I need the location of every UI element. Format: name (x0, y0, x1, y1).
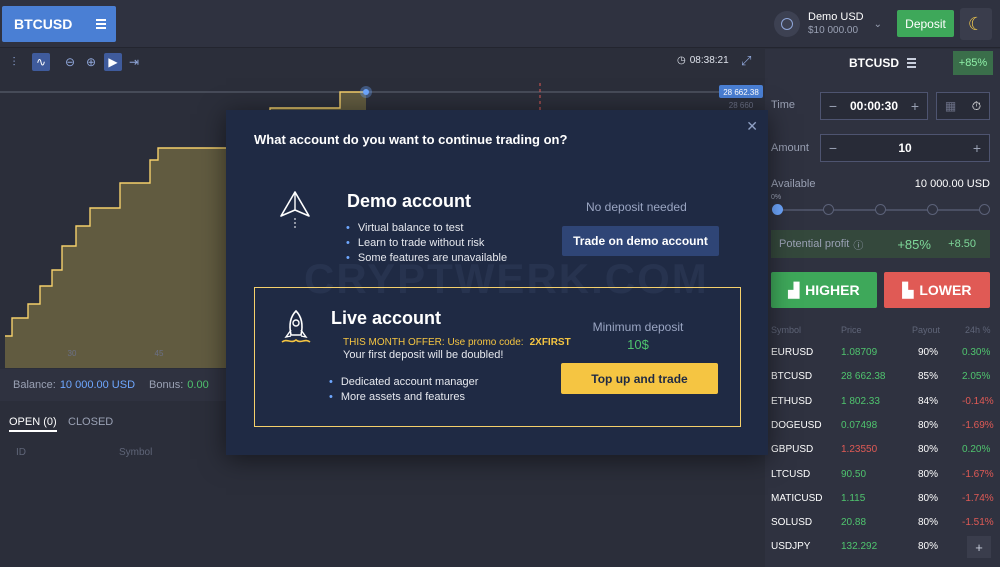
min-deposit-label: Minimum deposit (592, 320, 684, 334)
no-deposit-text: No deposit needed (586, 200, 687, 214)
account-choice-modal: CRYPTWERK.COM What account do you want t… (226, 110, 768, 455)
live-account-card: Live account THIS MONTH OFFER: Use promo… (254, 287, 741, 427)
rocket-icon (281, 309, 311, 343)
modal-title: What account do you want to continue tra… (254, 132, 568, 147)
paper-plane-icon (280, 191, 310, 228)
demo-feature: Learn to trade without risk (346, 236, 507, 251)
close-icon[interactable]: ✕ (746, 118, 758, 135)
live-account-title: Live account (331, 308, 442, 328)
demo-features: Virtual balance to test Learn to trade w… (346, 221, 507, 266)
live-features: Dedicated account manager More assets an… (329, 375, 479, 405)
live-feature: Dedicated account manager (329, 375, 479, 390)
topup-trade-button[interactable]: Top up and trade (561, 363, 718, 394)
min-deposit-value: 10$ (627, 337, 649, 352)
live-feature: More assets and features (329, 390, 478, 405)
demo-account-title: Demo account (347, 191, 472, 211)
demo-feature: Some features are unavailable (346, 251, 507, 266)
deposit-doubled-text: Your first deposit will be doubled! (343, 349, 504, 361)
demo-feature: Virtual balance to test (346, 221, 507, 236)
promo-offer: THIS MONTH OFFER: Use promo code: 2XFIRST (343, 337, 571, 348)
promo-offer-text: THIS MONTH OFFER: Use promo code: (343, 337, 524, 348)
trade-demo-button[interactable]: Trade on demo account (562, 226, 719, 256)
